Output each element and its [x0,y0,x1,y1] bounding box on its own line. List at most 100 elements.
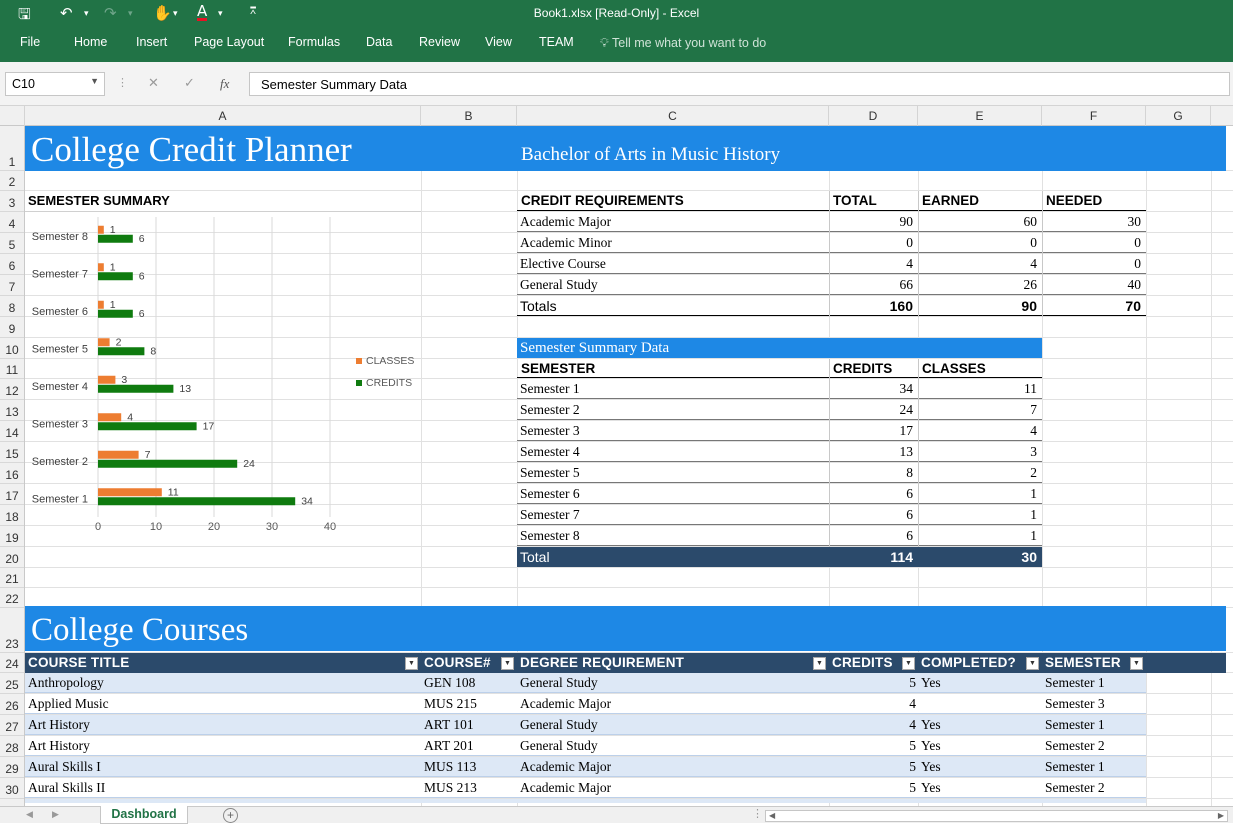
semester-data-value: 34 [829,379,918,399]
chart-legend-label: CLASSES [366,355,414,367]
semester-data-value: 11 [918,379,1042,399]
chart-tick-label: 20 [208,521,220,533]
row-header-26[interactable]: 26 [0,694,24,715]
menu-home[interactable]: Home [74,35,107,49]
row-header-24[interactable]: 24 [0,653,24,673]
chart-category-label: Semester 6 [32,306,88,318]
semester-data-value: 1 [918,505,1042,525]
menu-data[interactable]: Data [366,35,392,49]
chart-bar-credits [98,309,133,318]
row-header-25[interactable]: 25 [0,673,24,694]
row-header-30[interactable]: 30 [0,778,24,799]
menu-view[interactable]: View [485,35,512,49]
course-cell: Academic Major [520,780,612,795]
enter-icon[interactable]: ✓ [184,76,195,91]
semester-data-label: Semester 5 [517,463,829,483]
prev-sheet-icon[interactable]: ◀ [26,809,33,820]
row-header-18[interactable]: 18 [0,505,24,526]
row-header-23[interactable]: 23 [0,608,24,653]
column-header-a[interactable]: A [25,106,421,126]
column-header-g[interactable]: G [1146,106,1211,126]
row-header-27[interactable]: 27 [0,715,24,736]
row-header-15[interactable]: 15 [0,442,24,463]
menu-team[interactable]: TEAM [539,35,574,49]
row-header-29[interactable]: 29 [0,757,24,778]
credit-totals-value: 70 [1042,296,1146,316]
row-header-16[interactable]: 16 [0,463,24,484]
chart-data-label: 4 [127,411,133,423]
tabs-splitter-icon[interactable]: ⋮ [752,807,763,820]
row-header-6[interactable]: 6 [0,254,24,275]
cancel-icon[interactable]: ✕ [148,76,159,91]
row-header-9[interactable]: 9 [0,317,24,338]
row-header-22[interactable]: 22 [0,588,24,608]
row-header-12[interactable]: 12 [0,379,24,400]
name-box-dropdown-icon[interactable]: ▼ [90,76,99,86]
row-header-11[interactable]: 11 [0,359,24,379]
course-cell: Academic Major [520,759,612,774]
row-header-10[interactable]: 10 [0,338,24,359]
chart-legend-swatch [356,380,362,386]
row-header-21[interactable]: 21 [0,568,24,588]
filter-dropdown-icon[interactable]: ▼ [405,657,418,670]
formula-input[interactable]: Semester Summary Data [249,72,1230,96]
menu-page-layout[interactable]: Page Layout [194,35,264,49]
menu-insert[interactable]: Insert [136,35,167,49]
course-cell: Academic Major [520,696,612,711]
row-header-20[interactable]: 20 [0,547,24,568]
ribbon: 🖫 ↶ ▾ ↷ ▾ ✋ ▾ A ▾ ⩞ Book1.xlsx [Read-Onl… [0,0,1233,62]
insert-function-icon[interactable]: fx [220,76,229,92]
filter-dropdown-icon[interactable]: ▼ [1130,657,1143,670]
row-header-4[interactable]: 4 [0,212,24,233]
course-cell: Art History [28,717,90,732]
worksheet-grid[interactable]: College Credit Planner Bachelor of Arts … [25,126,1233,806]
row-header-3[interactable]: 3 [0,191,24,212]
menu-formulas[interactable]: Formulas [288,35,340,49]
semester-data-value: 7 [918,400,1042,420]
semester-data-value: 1 [918,484,1042,504]
chart-bar-classes [98,413,122,422]
row-header-14[interactable]: 14 [0,421,24,442]
semester-data-label: Semester 2 [517,400,829,420]
tell-me-search[interactable]: 💡︎ Tell me what you want to do [600,35,766,51]
chart-bar-credits [98,272,133,281]
course-cell: ART 101 [424,717,474,732]
row-header-7[interactable]: 7 [0,275,24,296]
row-header-13[interactable]: 13 [0,400,24,421]
name-box[interactable]: C10 ▼ [5,72,105,96]
row-header-28[interactable]: 28 [0,736,24,757]
chart-bar-classes [98,450,139,459]
scroll-left-icon[interactable]: ◀ [769,811,775,820]
row-header-8[interactable]: 8 [0,296,24,317]
menu-file[interactable]: File [20,35,40,49]
row-header-5[interactable]: 5 [0,233,24,254]
column-header-b[interactable]: B [421,106,517,126]
filter-dropdown-icon[interactable]: ▼ [501,657,514,670]
chart-category-label: Semester 8 [32,231,88,243]
semester-data-value: 1 [918,526,1042,546]
filter-dropdown-icon[interactable]: ▼ [1026,657,1039,670]
semester-summary-chart[interactable]: 0 10 20 30 40Semester 11134Semester 2724Seme… [25,212,421,546]
next-sheet-icon[interactable]: ▶ [52,809,59,820]
course-cell: Anthropology [28,675,104,690]
semester-total-value: 30 [1021,549,1037,565]
column-header-e[interactable]: E [918,106,1042,126]
filter-dropdown-icon[interactable]: ▼ [902,657,915,670]
plus-icon[interactable]: + [223,808,238,823]
column-header-d[interactable]: D [829,106,918,126]
scroll-right-icon[interactable]: ▶ [1218,811,1224,820]
page-subtitle: Bachelor of Arts in Music History [521,144,781,165]
filter-dropdown-icon[interactable]: ▼ [813,657,826,670]
menu-review[interactable]: Review [419,35,460,49]
sheet-tab-dashboard[interactable]: Dashboard [100,806,188,824]
column-header-c[interactable]: C [517,106,829,126]
chart-legend-label: CREDITS [366,377,412,389]
select-all-corner[interactable] [0,106,25,126]
horizontal-scrollbar[interactable]: ◀ ▶ [765,810,1228,822]
row-header-17[interactable]: 17 [0,484,24,505]
row-header-19[interactable]: 19 [0,526,24,547]
credit-row-value: 90 [829,212,918,232]
row-header-1[interactable]: 1 [0,126,24,171]
row-header-2[interactable]: 2 [0,171,24,191]
column-header-f[interactable]: F [1042,106,1146,126]
